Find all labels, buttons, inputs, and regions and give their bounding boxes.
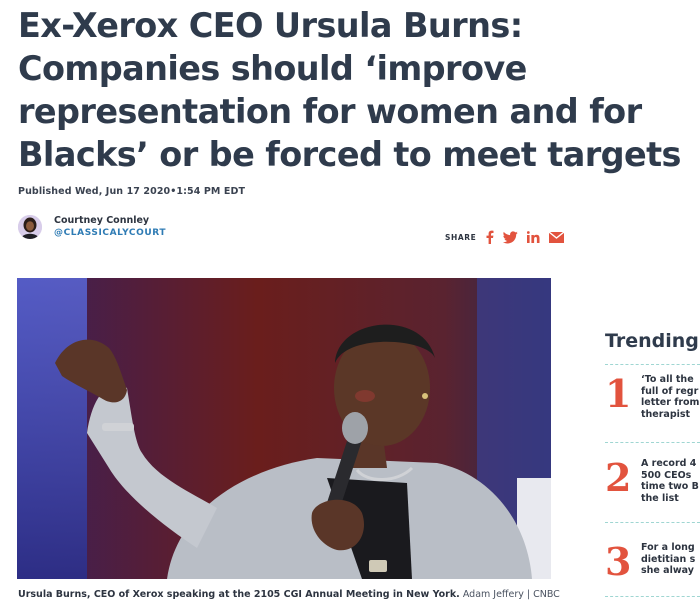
article-hero-image[interactable] [17, 278, 551, 579]
article-headline: Ex-Xerox CEO Ursula Burns: Companies sho… [18, 4, 700, 176]
share-label: SHARE [445, 232, 477, 242]
caption-text: Ursula Burns, CEO of Xerox speaking at t… [18, 589, 460, 600]
trending-item[interactable]: 1 ‘To all the full of regr letter from t… [605, 374, 700, 434]
trending-divider [605, 364, 700, 365]
headline-line: Ex-Xerox CEO Ursula Burns: [18, 6, 523, 45]
photo-credit: Adam Jeffery | CNBC [462, 589, 560, 600]
facebook-icon[interactable] [485, 230, 494, 244]
trending-sidebar: Trending 1 ‘To all the full of regr lett… [605, 330, 700, 612]
share-bar: SHARE [445, 230, 573, 244]
trending-divider [605, 442, 700, 443]
trending-rank: 1 [605, 371, 632, 416]
trending-headline-link[interactable]: ‘To all the full of regr letter from the… [641, 374, 699, 420]
email-icon[interactable] [549, 231, 565, 243]
trending-rank: 3 [605, 539, 632, 584]
image-caption: Ursula Burns, CEO of Xerox speaking at t… [18, 589, 560, 600]
author-name-link[interactable]: Courtney Connley [54, 214, 166, 227]
trending-headline-link[interactable]: A record 4 500 CEOs time two B the list [641, 458, 699, 504]
trending-rank: 2 [605, 455, 632, 500]
headline-line: Companies should ‘improve [18, 49, 527, 88]
trending-headline-link[interactable]: For a long dietitian s she alway [641, 542, 695, 577]
headline-line: representation for women and for [18, 92, 642, 131]
trending-item[interactable]: 2 A record 4 500 CEOs time two B the lis… [605, 458, 700, 518]
trending-item[interactable]: 3 For a long dietitian s she alway [605, 542, 700, 602]
author-byline: Courtney Connley @CLASSICALYCOURT [18, 214, 166, 240]
linkedin-icon[interactable] [527, 231, 540, 243]
published-timestamp: Published Wed, Jun 17 2020•1:54 PM EDT [18, 186, 246, 197]
headline-line: Blacks’ or be forced to meet targets [18, 135, 682, 174]
trending-divider [605, 596, 700, 597]
trending-heading: Trending [605, 330, 699, 352]
twitter-icon[interactable] [503, 230, 519, 244]
author-twitter-handle[interactable]: @CLASSICALYCOURT [54, 227, 166, 240]
author-avatar[interactable] [18, 215, 42, 239]
trending-divider [605, 522, 700, 523]
